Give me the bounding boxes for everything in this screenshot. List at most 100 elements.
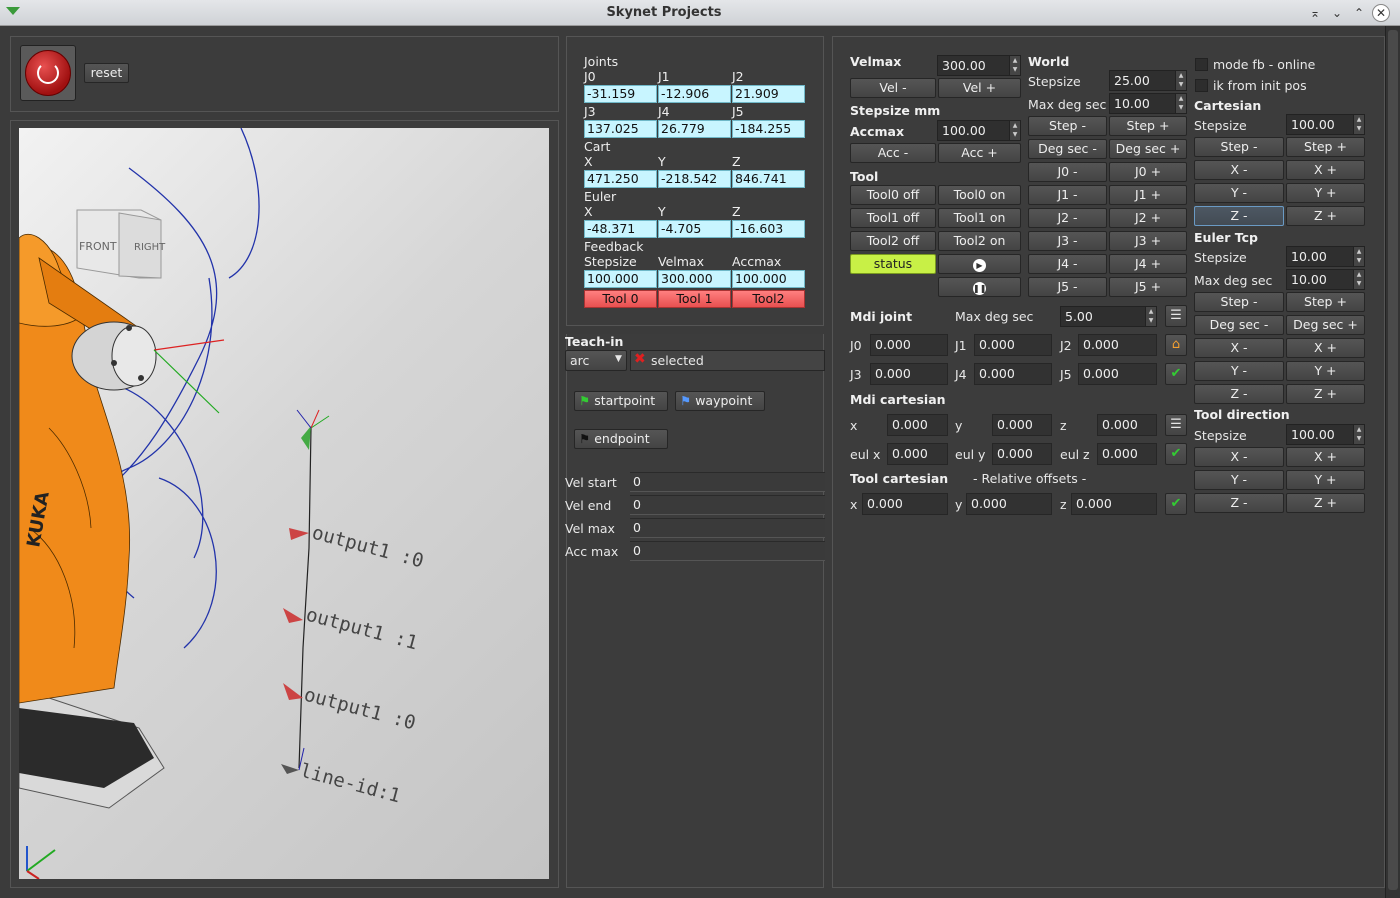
cart-x-plus-button[interactable]: X + — [1286, 160, 1365, 180]
tooldir-z-plus-button[interactable]: Z + — [1286, 493, 1365, 513]
mdi-euly-input[interactable]: 0.000 — [992, 443, 1052, 465]
reset-button[interactable]: reset — [84, 63, 129, 83]
acc-plus-button[interactable]: Acc + — [938, 143, 1021, 163]
eul-z-minus-button[interactable]: Z - — [1194, 384, 1284, 404]
vertical-scrollbar[interactable] — [1385, 26, 1400, 898]
j0-minus-button[interactable]: J0 - — [1028, 162, 1107, 182]
tooldir-x-plus-button[interactable]: X + — [1286, 447, 1365, 467]
vel-max-input[interactable]: 0 — [630, 518, 825, 538]
eul-y-plus-button[interactable]: Y + — [1286, 361, 1365, 381]
acc-max-input[interactable]: 0 — [630, 541, 825, 561]
mdi-x-input[interactable]: 0.000 — [887, 414, 948, 436]
tooldir-stepsize-spinbox[interactable]: 100.00 ▲ ▼ — [1286, 424, 1365, 445]
world-step-minus-button[interactable]: Step - — [1028, 116, 1107, 136]
status-button[interactable]: status — [850, 254, 936, 274]
vel-start-input[interactable]: 0 — [630, 472, 825, 492]
cart-y-plus-button[interactable]: Y + — [1286, 183, 1365, 203]
mdi-j0-input[interactable]: 0.000 — [870, 334, 948, 356]
cart-step-plus-button[interactable]: Step + — [1286, 137, 1365, 157]
waypoint-button[interactable]: ⚑ waypoint — [675, 391, 765, 411]
tool2-on-button[interactable]: Tool2 on — [938, 231, 1021, 251]
spin-arrows-icon[interactable]: ▲ ▼ — [1353, 115, 1364, 134]
cart-y-minus-button[interactable]: Y - — [1194, 183, 1284, 203]
mdi-y-input[interactable]: 0.000 — [992, 414, 1052, 436]
mdi-maxdeg-spinbox[interactable]: 5.00 ▲ ▼ — [1060, 306, 1157, 327]
emergency-stop-button[interactable] — [20, 45, 76, 101]
spin-arrows-icon[interactable]: ▲ ▼ — [1009, 56, 1020, 75]
tool-x-input[interactable]: 0.000 — [862, 493, 948, 515]
cart-z-minus-button[interactable]: Z - — [1194, 206, 1284, 226]
tooldir-z-minus-button[interactable]: Z - — [1194, 493, 1284, 513]
tool2-off-button[interactable]: Tool2 off — [850, 231, 936, 251]
world-maxdeg-spinbox[interactable]: 10.00 ▲ ▼ — [1109, 93, 1187, 114]
j2-minus-button[interactable]: J2 - — [1028, 208, 1107, 228]
mdi-z-input[interactable]: 0.000 — [1097, 414, 1157, 436]
velmax-spinbox[interactable]: 300.00 ▲ ▼ — [937, 55, 1021, 76]
spin-arrows-icon[interactable]: ▲ ▼ — [1353, 247, 1364, 266]
eul-maxdeg-spinbox[interactable]: 10.00 ▲ ▼ — [1286, 269, 1365, 290]
mdi-eulx-input[interactable]: 0.000 — [887, 443, 948, 465]
keep-above-icon[interactable]: ⌅ — [1306, 4, 1324, 22]
play-button[interactable]: ▶ — [938, 254, 1021, 274]
close-icon[interactable]: ✕ — [1372, 4, 1390, 22]
spin-arrows-icon[interactable]: ▲ ▼ — [1175, 71, 1186, 90]
j3-minus-button[interactable]: J3 - — [1028, 231, 1107, 251]
vel-plus-button[interactable]: Vel + — [938, 78, 1021, 98]
tool0-off-button[interactable]: Tool0 off — [850, 185, 936, 205]
ik-init-checkbox[interactable] — [1195, 79, 1208, 92]
tooldir-y-minus-button[interactable]: Y - — [1194, 470, 1284, 490]
spin-arrows-icon[interactable]: ▲ ▼ — [1175, 94, 1186, 113]
accmax-spinbox[interactable]: 100.00 ▲ ▼ — [937, 120, 1021, 141]
3d-viewport[interactable]: KUKA FRONT RIGHT output1 :0 output1 :1 o… — [19, 128, 549, 879]
mdi-joint-load-button[interactable]: ☰ — [1165, 305, 1187, 327]
cart-z-plus-button[interactable]: Z + — [1286, 206, 1365, 226]
j2-plus-button[interactable]: J2 + — [1109, 208, 1187, 228]
world-degsec-plus-button[interactable]: Deg sec + — [1109, 139, 1187, 159]
tool1-off-button[interactable]: Tool1 off — [850, 208, 936, 228]
eul-degsec-plus-button[interactable]: Deg sec + — [1286, 315, 1365, 335]
eul-y-minus-button[interactable]: Y - — [1194, 361, 1284, 381]
j1-minus-button[interactable]: J1 - — [1028, 185, 1107, 205]
mdi-j3-input[interactable]: 0.000 — [870, 363, 948, 385]
eul-stepsize-spinbox[interactable]: 10.00 ▲ ▼ — [1286, 246, 1365, 267]
eul-degsec-minus-button[interactable]: Deg sec - — [1194, 315, 1284, 335]
mdi-j1-input[interactable]: 0.000 — [974, 334, 1052, 356]
eul-step-minus-button[interactable]: Step - — [1194, 292, 1284, 312]
teach-mode-select[interactable]: arc ▼ — [565, 350, 627, 371]
acc-minus-button[interactable]: Acc - — [850, 143, 936, 163]
j4-minus-button[interactable]: J4 - — [1028, 254, 1107, 274]
mdi-joint-apply-button[interactable]: ✔ — [1165, 363, 1187, 385]
j1-plus-button[interactable]: J1 + — [1109, 185, 1187, 205]
cart-x-minus-button[interactable]: X - — [1194, 160, 1284, 180]
eul-z-plus-button[interactable]: Z + — [1286, 384, 1365, 404]
tool0-on-button[interactable]: Tool0 on — [938, 185, 1021, 205]
scrollbar-handle[interactable] — [1388, 30, 1398, 890]
startpoint-button[interactable]: ⚑ startpoint — [574, 391, 668, 411]
j3-plus-button[interactable]: J3 + — [1109, 231, 1187, 251]
j4-plus-button[interactable]: J4 + — [1109, 254, 1187, 274]
maximize-icon[interactable]: ⌃ — [1350, 4, 1368, 22]
j0-plus-button[interactable]: J0 + — [1109, 162, 1187, 182]
eul-step-plus-button[interactable]: Step + — [1286, 292, 1365, 312]
minimize-icon[interactable]: ⌄ — [1328, 4, 1346, 22]
tool-y-input[interactable]: 0.000 — [966, 493, 1052, 515]
mode-fb-checkbox[interactable] — [1195, 58, 1208, 71]
spin-arrows-icon[interactable]: ▲ ▼ — [1145, 307, 1156, 326]
eul-x-plus-button[interactable]: X + — [1286, 338, 1365, 358]
tooldir-y-plus-button[interactable]: Y + — [1286, 470, 1365, 490]
vel-minus-button[interactable]: Vel - — [850, 78, 936, 98]
cart-step-minus-button[interactable]: Step - — [1194, 137, 1284, 157]
j5-minus-button[interactable]: J5 - — [1028, 277, 1107, 297]
world-degsec-minus-button[interactable]: Deg sec - — [1028, 139, 1107, 159]
mdi-cart-load-button[interactable]: ☰ — [1165, 414, 1187, 436]
j5-plus-button[interactable]: J5 + — [1109, 277, 1187, 297]
cart-stepsize-spinbox[interactable]: 100.00 ▲ ▼ — [1286, 114, 1365, 135]
spin-arrows-icon[interactable]: ▲ ▼ — [1353, 270, 1364, 289]
tool1-on-button[interactable]: Tool1 on — [938, 208, 1021, 228]
home-button[interactable]: ⌂ — [1165, 334, 1187, 356]
tooldir-x-minus-button[interactable]: X - — [1194, 447, 1284, 467]
mdi-eulz-input[interactable]: 0.000 — [1097, 443, 1157, 465]
mdi-cart-apply-button[interactable]: ✔ — [1165, 443, 1187, 465]
mdi-j5-input[interactable]: 0.000 — [1078, 363, 1157, 385]
selected-field[interactable]: ✖ selected — [630, 350, 825, 371]
